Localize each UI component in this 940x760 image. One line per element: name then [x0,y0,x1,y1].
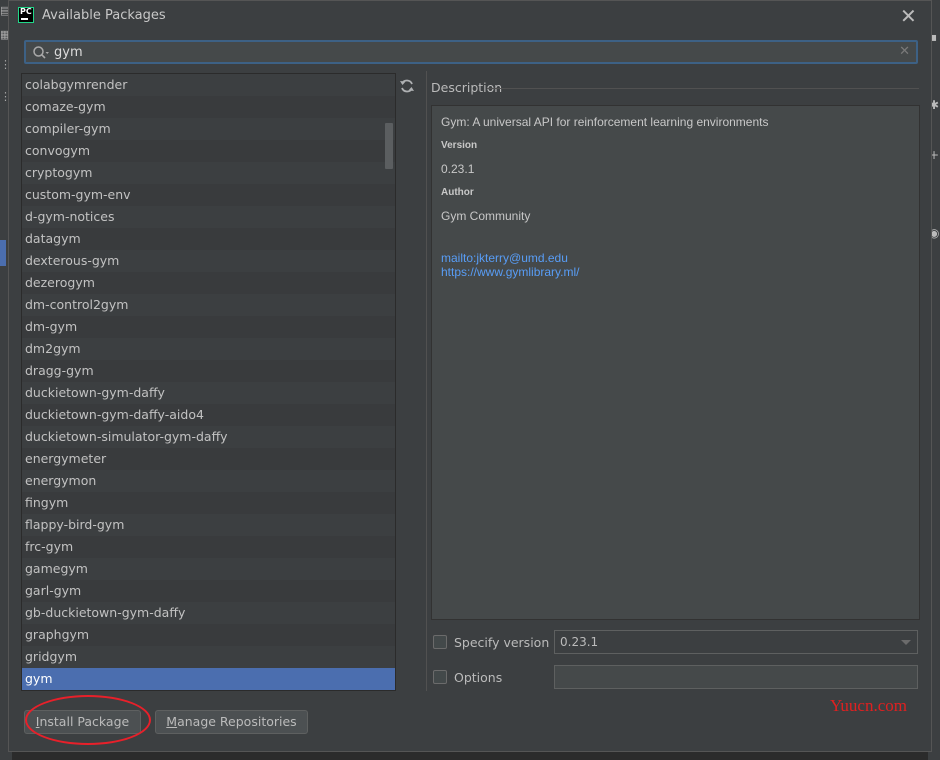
install-package-button[interactable]: Install Package [24,710,141,734]
close-icon[interactable]: ✕ [900,4,917,28]
version-select[interactable]: 0.23.1 [554,630,918,654]
package-list-item[interactable]: dm2gym [22,338,395,360]
author-value: Gym Community [441,209,531,223]
package-list-item[interactable]: energymeter [22,448,395,470]
search-icon [33,46,49,59]
package-search-box[interactable]: ✕ [24,40,918,64]
package-list-item-selected[interactable]: gym [22,668,395,690]
package-list-item[interactable]: gb-duckietown-gym-daffy [22,602,395,624]
package-list-item[interactable]: custom-gym-env [22,184,395,206]
available-packages-dialog: PC Available Packages ✕ ✕ colabgymrender… [8,0,932,752]
dialog-title: Available Packages [42,8,166,23]
package-list-item[interactable]: energymon [22,470,395,492]
package-list-item[interactable]: colabgymrender [22,74,395,96]
package-list-item[interactable]: dexterous-gym [22,250,395,272]
version-heading: Version [441,140,478,151]
app-icon-text: PC [20,7,32,16]
package-list-item[interactable]: graphgym [22,624,395,646]
package-list-item[interactable]: dm-gym [22,316,395,338]
package-list-item[interactable]: convogym [22,140,395,162]
package-list-item[interactable]: compiler-gym [22,118,395,140]
package-list-item[interactable]: dm-control2gym [22,294,395,316]
package-list-item[interactable]: duckietown-gym-daffy [22,382,395,404]
pycharm-app-icon: PC [18,7,34,23]
package-list-item[interactable]: duckietown-gym-daffy-aido4 [22,404,395,426]
version-select-value: 0.23.1 [560,635,599,649]
options-input[interactable] [554,665,918,689]
description-panel: Gym: A universal API for reinforcement l… [431,105,920,620]
ide-selection-marker [0,240,6,266]
package-summary: Gym: A universal API for reinforcement l… [441,115,769,129]
watermark-text: Yuucn.com [830,696,907,715]
dialog-titlebar: PC Available Packages ✕ [9,1,931,31]
manage-repositories-button[interactable]: Manage Repositories [155,710,308,734]
description-separator [487,88,919,89]
package-list-item[interactable]: datagym [22,228,395,250]
author-heading: Author [441,187,474,198]
specify-version-checkbox[interactable] [433,635,447,649]
package-list-item[interactable]: garl-gym [22,580,395,602]
panel-divider[interactable] [426,71,427,691]
package-list-scrollbar[interactable] [385,123,393,169]
manage-mnemonic: M [166,714,178,729]
version-value: 0.23.1 [441,162,475,176]
homepage-link[interactable]: https://www.gymlibrary.ml/ [441,265,579,279]
chevron-down-icon [901,640,911,645]
manage-label: anage Repositories [177,714,297,729]
package-list-item[interactable]: dragg-gym [22,360,395,382]
options-checkbox[interactable] [433,670,447,684]
email-link[interactable]: mailto:jkterry@umd.edu [441,251,568,265]
package-list[interactable]: colabgymrender comaze-gym compiler-gym conv… [21,73,396,691]
search-input[interactable] [54,43,894,61]
specify-version-label: Specify version [454,635,550,650]
package-list-item[interactable]: duckietown-simulator-gym-daffy [22,426,395,448]
package-list-item[interactable]: gamegym [22,558,395,580]
clear-search-icon[interactable]: ✕ [899,44,910,59]
package-list-item[interactable]: frc-gym [22,536,395,558]
package-list-item[interactable]: flappy-bird-gym [22,514,395,536]
options-label: Options [454,670,503,685]
install-label: nstall Package [39,714,130,729]
package-list-item[interactable]: comaze-gym [22,96,395,118]
refresh-icon[interactable] [399,78,415,94]
package-list-item[interactable]: fingym [22,492,395,514]
package-list-item[interactable]: dezerogym [22,272,395,294]
package-list-item[interactable]: gridgym [22,646,395,668]
package-list-item[interactable]: d-gym-notices [22,206,395,228]
package-list-item[interactable]: cryptogym [22,162,395,184]
